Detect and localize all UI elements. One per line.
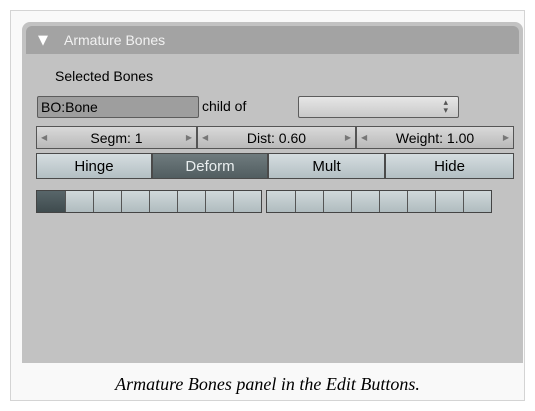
layer-button[interactable] <box>65 191 93 212</box>
toggle-buttons-row: Hinge Deform Mult Hide <box>36 153 514 179</box>
distance-value: Dist: 0.60 <box>246 129 307 146</box>
layer-button[interactable] <box>205 191 233 212</box>
bone-layers <box>36 190 492 213</box>
decrement-arrow-icon[interactable]: ◀ <box>202 133 208 142</box>
figure-caption: Armature Bones panel in the Edit Buttons… <box>115 374 420 394</box>
layer-button[interactable] <box>351 191 379 212</box>
layer-group-2 <box>266 190 492 213</box>
decrement-arrow-icon[interactable]: ◀ <box>41 133 47 142</box>
panel-title: Armature Bones <box>64 32 166 48</box>
layer-button[interactable] <box>93 191 121 212</box>
numeric-fields-row: ◀ Segm: 1 ▶ ◀ Dist: 0.60 ▶ ◀ Weight: 1.0… <box>36 126 514 149</box>
collapse-triangle-icon[interactable]: ▼ <box>38 33 54 48</box>
weight-field[interactable]: ◀ Weight: 1.00 ▶ <box>356 126 514 149</box>
layer-button[interactable] <box>463 191 491 212</box>
layer-button[interactable] <box>233 191 261 212</box>
bone-name-field[interactable]: BO:Bone <box>37 96 199 118</box>
layer-button[interactable] <box>323 191 351 212</box>
parent-bone-select[interactable]: ▴ ▾ <box>298 96 459 118</box>
panel-header[interactable]: ▼ Armature Bones <box>26 26 519 54</box>
increment-arrow-icon[interactable]: ▶ <box>503 133 509 142</box>
up-down-arrows-icon: ▴ ▾ <box>443 98 448 116</box>
deform-button[interactable]: Deform <box>152 153 268 179</box>
layer-button[interactable] <box>407 191 435 212</box>
distance-field[interactable]: ◀ Dist: 0.60 ▶ <box>197 126 356 149</box>
hinge-button[interactable]: Hinge <box>36 153 152 179</box>
armature-bones-panel: ▼ Armature Bones Selected Bones BO:Bone … <box>22 22 523 363</box>
hide-button[interactable]: Hide <box>385 153 514 179</box>
child-of-label: child of <box>202 98 247 114</box>
increment-arrow-icon[interactable]: ▶ <box>345 133 351 142</box>
layer-button[interactable] <box>435 191 463 212</box>
selected-bones-label: Selected Bones <box>55 68 154 84</box>
decrement-arrow-icon[interactable]: ◀ <box>361 133 367 142</box>
increment-arrow-icon[interactable]: ▶ <box>186 133 192 142</box>
layer-button[interactable] <box>37 191 65 212</box>
layer-group-1 <box>36 190 262 213</box>
segments-field[interactable]: ◀ Segm: 1 ▶ <box>36 126 197 149</box>
layer-button[interactable] <box>121 191 149 212</box>
layer-button[interactable] <box>177 191 205 212</box>
segments-value: Segm: 1 <box>90 129 143 146</box>
layer-button[interactable] <box>267 191 295 212</box>
layer-button[interactable] <box>379 191 407 212</box>
layer-button[interactable] <box>149 191 177 212</box>
weight-value: Weight: 1.00 <box>395 129 475 146</box>
mult-button[interactable]: Mult <box>268 153 385 179</box>
layer-button[interactable] <box>295 191 323 212</box>
